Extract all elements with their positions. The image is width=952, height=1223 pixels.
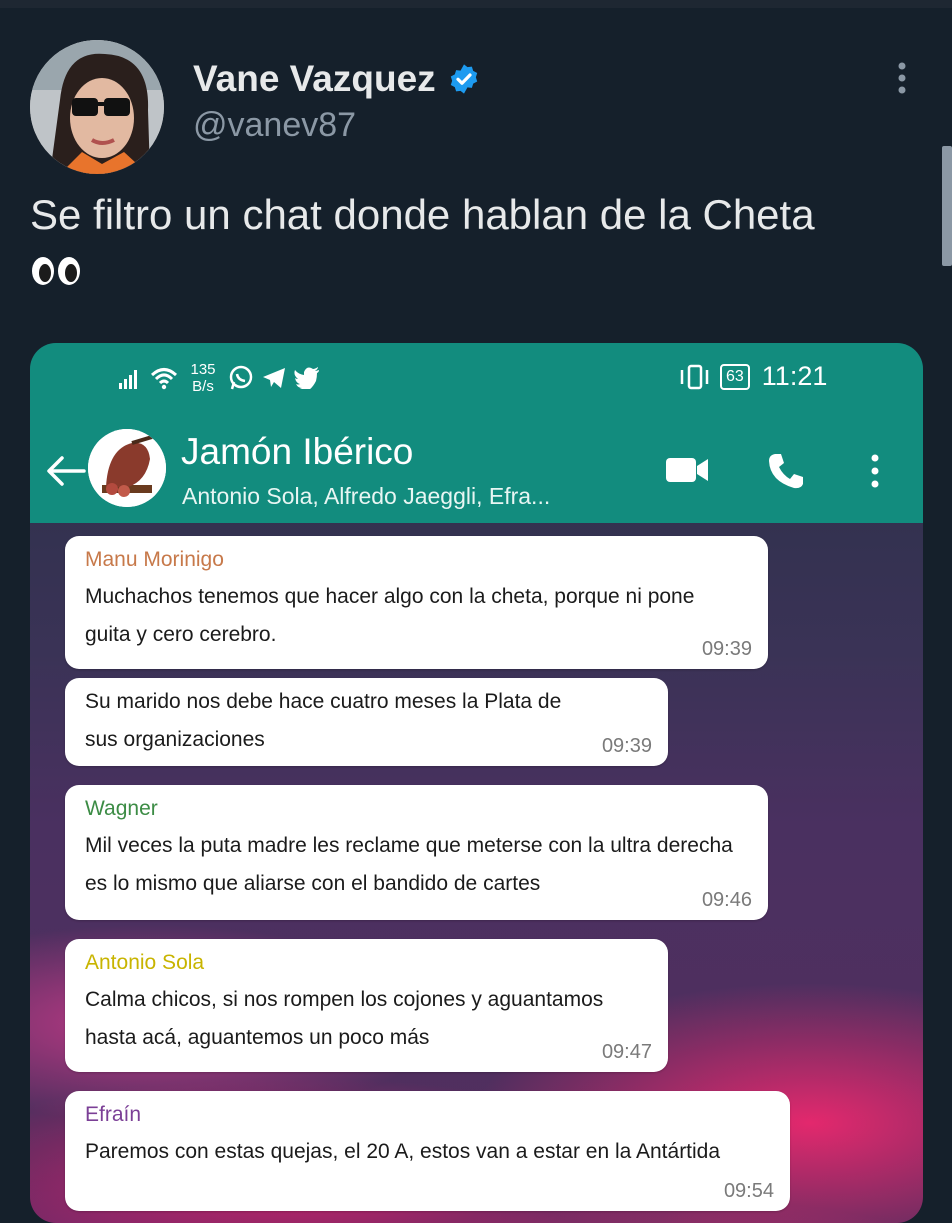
status-time: 11:21 [761,361,828,391]
author-handle[interactable]: @vanev87 [193,106,356,145]
chat-message[interactable]: Antonio Sola Calma chicos, si nos rompen… [65,939,668,1072]
author-name-text[interactable]: Vane Vazquez [193,58,436,100]
message-text: Calma chicos, si nos rompen los cojones … [85,988,604,1049]
message-time: 09:47 [601,1041,652,1063]
telegram-icon [263,368,285,388]
twitter-icon [294,367,319,389]
chat-menu-icon[interactable] [868,451,882,491]
chat-message[interactable]: Su marido nos debe hace cuatro meses la … [65,678,668,766]
whatsapp-icon [229,365,253,390]
message-sender: Antonio Sola [85,951,205,974]
group-avatar[interactable] [88,429,166,507]
chat-message[interactable]: Efraín Paremos con estas quejas, el 20 A… [65,1091,790,1211]
wifi-icon [150,368,178,390]
top-divider [0,0,952,8]
message-time: 09:46 [701,889,752,911]
group-members[interactable]: Antonio Sola, Alfredo Jaeggli, Efra... [182,483,550,510]
message-text: Mil veces la puta madre les reclame que … [85,834,733,895]
message-time: 09:39 [701,638,752,660]
message-sender: Manu Morinigo [85,548,224,571]
group-name[interactable]: Jamón Ibérico [181,431,413,473]
eyes-emoji-icon [32,257,80,285]
scrollbar-thumb[interactable] [942,146,952,266]
back-arrow-icon[interactable] [46,455,86,487]
chat-message[interactable]: Wagner Mil veces la puta madre les recla… [65,785,768,920]
status-bar: 135 B/s 63 11:21 [30,361,923,405]
network-speed: 135 B/s [190,361,216,395]
tweet-text: Se filtro un chat donde hablan de la Che… [30,191,815,238]
signal-icon [119,370,137,389]
tweet-media-image[interactable]: 135 B/s 63 11:21 Jamón Ibérico Antonio S… [30,343,923,1223]
chat-message[interactable]: Manu Morinigo Muchachos tenemos que hace… [65,536,768,669]
more-options-icon[interactable] [888,58,916,98]
battery-indicator: 63 [720,363,750,390]
vibrate-icon [680,364,709,389]
author-avatar[interactable] [30,40,164,174]
message-sender: Efraín [85,1103,142,1126]
message-sender: Wagner [85,797,158,820]
message-text: Muchachos tenemos que hacer algo con la … [85,585,695,646]
message-text: Paremos con estas quejas, el 20 A, estos… [85,1140,721,1163]
author-name[interactable]: Vane Vazquez [193,58,480,100]
video-call-icon[interactable] [664,453,710,487]
message-text: Su marido nos debe hace cuatro meses la … [85,690,562,751]
message-time: 09:39 [601,735,652,757]
voice-call-icon[interactable] [766,451,806,491]
chat-header: 135 B/s 63 11:21 Jamón Ibérico Antonio S… [30,343,923,523]
verified-badge-icon [450,64,477,94]
